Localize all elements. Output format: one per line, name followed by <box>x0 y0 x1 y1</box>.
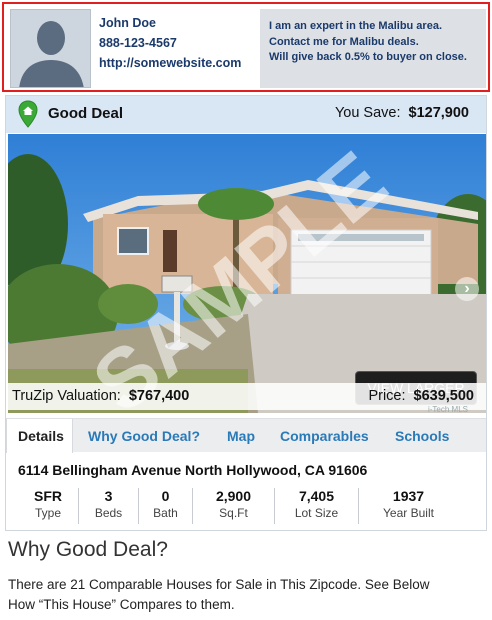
price-label: Price: <box>368 388 406 404</box>
stat-bath: 0 Bath <box>138 488 192 524</box>
listing-photo[interactable]: SAMPLE › VIEW LARGER <box>8 134 486 413</box>
agent-card: John Doe 888-123-4567 http://somewebsite… <box>2 2 490 92</box>
tab-comparables[interactable]: Comparables <box>280 419 369 453</box>
house-pin-icon <box>18 100 38 128</box>
stat-value: SFR <box>34 488 62 504</box>
agent-note: I am an expert in the Malibu area. Conta… <box>260 9 486 88</box>
valuation-label: TruZip Valuation: <box>12 388 121 404</box>
you-save-value: $127,900 <box>408 105 469 121</box>
stat-lot-size: 7,405 Lot Size <box>274 488 358 524</box>
you-save-label: You Save: <box>334 105 401 121</box>
deal-bar: Good Deal You Save: $127,900 <box>6 96 486 133</box>
listing-card: Good Deal You Save: $127,900 SAMPLE › Tr… <box>5 95 487 531</box>
price: Price: $639,500 <box>368 388 474 404</box>
section-title: Why Good Deal? <box>8 538 168 561</box>
chevron-right-icon[interactable]: › <box>455 277 479 301</box>
section-body: There are 21 Comparable Houses for Sale … <box>8 577 430 612</box>
tab-why-good-deal[interactable]: Why Good Deal? <box>88 419 200 453</box>
you-save: You Save: $127,900 <box>335 105 469 121</box>
stat-value: 1937 <box>392 488 425 504</box>
valuation-bar: TruZip Valuation: $767,400 Price: $639,500 <box>8 383 486 410</box>
tab-details[interactable]: Details <box>6 419 73 453</box>
stat-type: SFR Type <box>24 488 72 524</box>
stat-label: Year Built <box>383 506 434 520</box>
agent-note-line: I am an expert in the Malibu area. <box>269 20 442 32</box>
stat-year-built: 1937 Year Built <box>358 488 458 524</box>
valuation-value: $767,400 <box>128 388 190 404</box>
mls-watermark: i-Tech MLS <box>427 405 468 414</box>
agent-note-line: Will give back 0.5% to buyer on close. <box>269 51 467 63</box>
agent-name: John Doe <box>99 16 156 30</box>
tab-schools[interactable]: Schools <box>395 419 449 453</box>
stat-label: Type <box>34 506 61 520</box>
deal-label: Good Deal <box>48 105 124 122</box>
tab-map[interactable]: Map <box>227 419 255 453</box>
agent-note-line: Contact me for Malibu deals. <box>269 35 419 48</box>
stat-value: 2,900 <box>215 488 252 504</box>
avatar <box>10 9 91 88</box>
agent-phone[interactable]: 888-123-4567 <box>99 33 241 53</box>
agent-info: John Doe 888-123-4567 http://somewebsite… <box>99 13 241 73</box>
stat-value: 7,405 <box>298 488 335 504</box>
stat-label: Bath <box>153 506 178 520</box>
listing-tabs: Details Why Good Deal? Map Comparables S… <box>6 418 486 453</box>
stat-label: Lot Size <box>294 506 339 520</box>
price-value: $639,500 <box>413 388 474 404</box>
truzip-valuation: TruZip Valuation: $767,400 <box>12 388 189 404</box>
listing-stats: SFR Type 3 Beds 0 Bath 2,900 Sq.Ft 7,405… <box>6 488 486 524</box>
stat-value: 3 <box>104 488 113 504</box>
stat-beds: 3 Beds <box>78 488 138 524</box>
agent-website[interactable]: http://somewebsite.com <box>99 53 241 73</box>
stat-label: Sq.Ft <box>219 506 248 520</box>
stat-value: 0 <box>161 488 170 504</box>
listing-address: 6114 Bellingham Avenue North Hollywood, … <box>18 462 368 478</box>
stat-sqft: 2,900 Sq.Ft <box>192 488 274 524</box>
stat-label: Beds <box>94 506 123 520</box>
